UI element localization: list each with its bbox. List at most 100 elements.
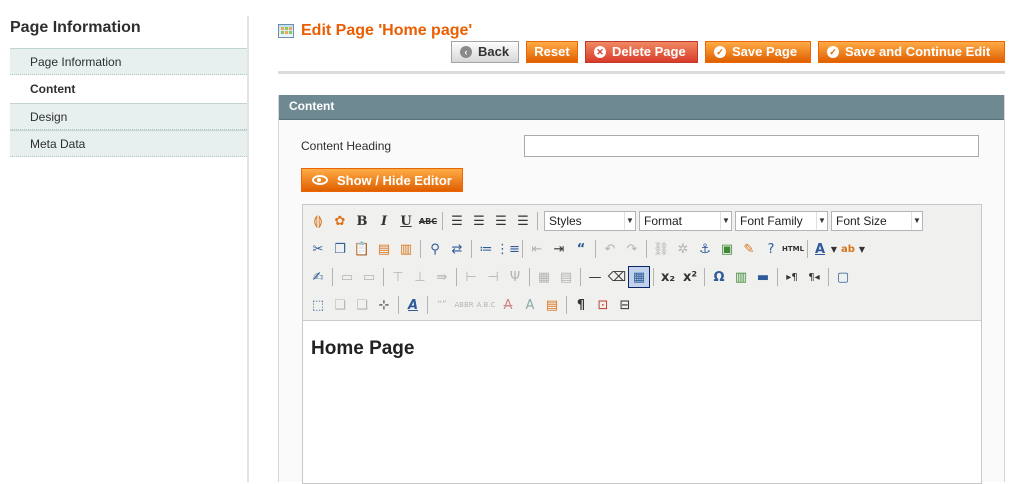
cut-icon[interactable]: ✂ bbox=[307, 238, 329, 260]
insert-image-icon[interactable]: ✿ bbox=[329, 210, 351, 232]
cite-icon[interactable]: “” bbox=[431, 294, 453, 316]
link-icon[interactable]: ⛓ bbox=[650, 238, 672, 260]
nonbreaking-icon[interactable]: ⊡ bbox=[592, 294, 614, 316]
paste-icon[interactable]: 📋 bbox=[351, 238, 373, 260]
rtl-icon[interactable]: ¶◂ bbox=[803, 266, 825, 288]
insert-widget-icon[interactable]: ⟬⟭ bbox=[307, 210, 329, 232]
toolbar-separator bbox=[704, 268, 705, 286]
editor-content-area[interactable]: Home Page bbox=[303, 321, 981, 483]
insert-col-before-icon[interactable]: ⊢ bbox=[460, 266, 482, 288]
move-backward-icon[interactable]: ❏ bbox=[351, 294, 373, 316]
editor-heading[interactable]: Home Page bbox=[311, 338, 414, 360]
find-icon[interactable]: ⚲ bbox=[424, 238, 446, 260]
insertion-icon[interactable]: A bbox=[519, 294, 541, 316]
insert-table-icon[interactable]: ▦ bbox=[628, 266, 650, 288]
align-left-icon[interactable]: ☰ bbox=[446, 210, 468, 232]
tab-content[interactable]: Content bbox=[10, 75, 249, 103]
paste-word-icon[interactable]: ▥ bbox=[395, 238, 417, 260]
horizontal-rule-icon[interactable]: — bbox=[584, 266, 606, 288]
toolbar-separator bbox=[427, 296, 428, 314]
page-title: Edit Page 'Home page' bbox=[301, 22, 473, 39]
replace-icon[interactable]: ⇄ bbox=[446, 238, 468, 260]
delete-page-button[interactable]: ✕ Delete Page bbox=[585, 41, 698, 63]
attributes-icon[interactable]: ▤ bbox=[541, 294, 563, 316]
text-color-icon[interactable]: A bbox=[811, 238, 829, 260]
help-icon[interactable]: ? bbox=[760, 238, 782, 260]
delete-row-icon[interactable]: ⇛ bbox=[431, 266, 453, 288]
cell-properties-icon[interactable]: ▭ bbox=[358, 266, 380, 288]
sidebar-title: Page Information bbox=[10, 19, 141, 36]
row-properties-icon[interactable]: ▭ bbox=[336, 266, 358, 288]
page-break-icon[interactable]: ⊟ bbox=[614, 294, 636, 316]
redo-icon[interactable]: ↷ bbox=[621, 238, 643, 260]
toolbar-separator bbox=[828, 268, 829, 286]
copy-icon[interactable]: ❐ bbox=[329, 238, 351, 260]
acronym-icon[interactable]: A.B.C bbox=[475, 294, 497, 316]
media-icon[interactable]: ▥ bbox=[730, 266, 752, 288]
bold-icon[interactable]: B bbox=[351, 210, 373, 232]
fullscreen-icon[interactable]: ▢ bbox=[832, 266, 854, 288]
styles-select[interactable]: Styles ▼ bbox=[544, 211, 636, 231]
unlink-icon[interactable]: ✲ bbox=[672, 238, 694, 260]
reset-button[interactable]: Reset bbox=[526, 41, 578, 63]
show-hide-editor-label: Show / Hide Editor bbox=[337, 172, 452, 188]
save-continue-button[interactable]: ✓ Save and Continue Edit bbox=[818, 41, 1005, 63]
back-button[interactable]: ‹ Back bbox=[451, 41, 519, 63]
underline-icon[interactable]: U bbox=[395, 210, 417, 232]
superscript-icon[interactable]: x² bbox=[679, 266, 701, 288]
remove-format-icon[interactable]: ⌫ bbox=[606, 266, 628, 288]
insert-col-after-icon[interactable]: ⊣ bbox=[482, 266, 504, 288]
numbered-list-icon[interactable]: ⋮≡ bbox=[496, 238, 520, 260]
ltr-icon[interactable]: ▸¶ bbox=[781, 266, 803, 288]
strikethrough-icon[interactable]: ABC bbox=[417, 210, 439, 232]
anchor-icon[interactable]: ⚓ bbox=[694, 238, 716, 260]
insert-layer-icon[interactable]: ⬚ bbox=[307, 294, 329, 316]
absolute-position-icon[interactable]: ⊹ bbox=[373, 294, 395, 316]
split-cells-icon[interactable]: ▦ bbox=[533, 266, 555, 288]
image-icon[interactable]: ▣ bbox=[716, 238, 738, 260]
html-source-icon[interactable]: HTML bbox=[782, 238, 804, 260]
font-family-select[interactable]: Font Family ▼ bbox=[735, 211, 828, 231]
tab-design[interactable]: Design bbox=[10, 103, 249, 130]
font-size-select[interactable]: Font Size ▼ bbox=[831, 211, 923, 231]
chevron-down-icon: ▼ bbox=[720, 212, 731, 230]
chevron-down-icon[interactable]: ▼ bbox=[857, 238, 867, 260]
blockquote-icon[interactable]: “ bbox=[570, 238, 592, 260]
bullet-list-icon[interactable]: ≔ bbox=[475, 238, 497, 260]
move-forward-icon[interactable]: ❏ bbox=[329, 294, 351, 316]
paste-text-icon[interactable]: ▤ bbox=[373, 238, 395, 260]
insert-row-before-icon[interactable]: ⊤ bbox=[387, 266, 409, 288]
toolbar-separator bbox=[456, 268, 457, 286]
separator-line-icon[interactable]: ▬ bbox=[752, 266, 774, 288]
edit-css-icon[interactable]: ✍ bbox=[307, 266, 329, 288]
toolbar-separator bbox=[529, 268, 530, 286]
undo-icon[interactable]: ↶ bbox=[599, 238, 621, 260]
tab-meta-data[interactable]: Meta Data bbox=[10, 130, 249, 157]
format-select[interactable]: Format ▼ bbox=[639, 211, 732, 231]
deletion-icon[interactable]: A bbox=[497, 294, 519, 316]
delete-col-icon[interactable]: Ψ bbox=[504, 266, 526, 288]
cleanup-icon[interactable]: ✎ bbox=[738, 238, 760, 260]
toolbar-separator bbox=[807, 240, 808, 258]
indent-icon[interactable]: ⇥ bbox=[548, 238, 570, 260]
align-justify-icon[interactable]: ☰ bbox=[512, 210, 534, 232]
header-divider bbox=[278, 71, 1005, 74]
merge-cells-icon[interactable]: ▤ bbox=[555, 266, 577, 288]
outdent-icon[interactable]: ⇤ bbox=[526, 238, 548, 260]
italic-icon[interactable]: I bbox=[373, 210, 395, 232]
save-page-button[interactable]: ✓ Save Page bbox=[705, 41, 811, 63]
show-hide-editor-button[interactable]: Show / Hide Editor bbox=[301, 168, 463, 192]
eye-icon bbox=[312, 175, 328, 185]
align-right-icon[interactable]: ☰ bbox=[490, 210, 512, 232]
subscript-icon[interactable]: x₂ bbox=[657, 266, 679, 288]
special-char-icon[interactable]: Ω bbox=[708, 266, 730, 288]
highlight-color-icon[interactable]: ab bbox=[839, 238, 857, 260]
insert-row-after-icon[interactable]: ⊥ bbox=[409, 266, 431, 288]
sidebar-tabs: Page Information Content Design Meta Dat… bbox=[10, 48, 249, 157]
chevron-down-icon[interactable]: ▼ bbox=[829, 238, 839, 260]
content-heading-input[interactable] bbox=[524, 135, 979, 157]
visual-chars-icon[interactable]: ¶ bbox=[570, 294, 592, 316]
align-center-icon[interactable]: ☰ bbox=[468, 210, 490, 232]
abbreviation-icon[interactable]: ABBR bbox=[453, 294, 475, 316]
style-props-icon[interactable]: A bbox=[402, 294, 424, 316]
